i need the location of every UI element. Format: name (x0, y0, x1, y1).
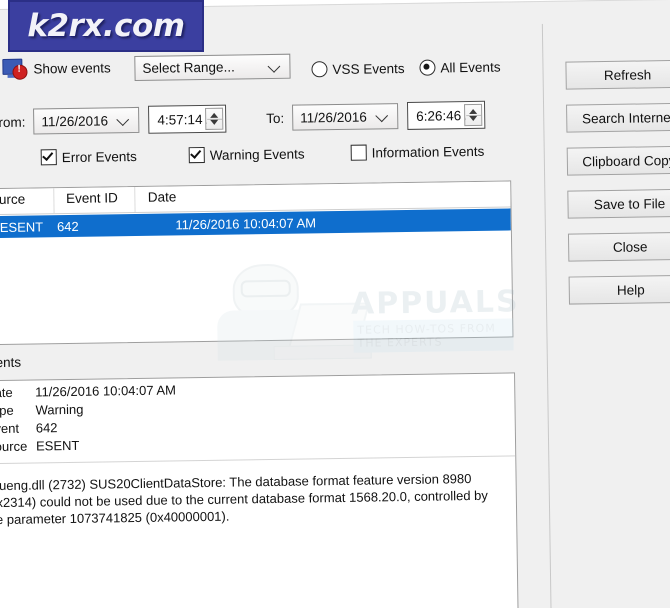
event-details-pane[interactable]: Date 11/26/2016 10:04:07 AM Type Warning… (0, 372, 519, 608)
clipboard-copy-button[interactable]: Clipboard Copy (566, 145, 670, 176)
dialog-skew-wrapper: Show events Select Range... VSS Events A… (0, 0, 670, 608)
column-header-source[interactable]: Source (0, 188, 55, 215)
help-button[interactable]: Help (568, 274, 670, 305)
events-list[interactable]: Source Event ID Date ESENT 642 11/26/201… (0, 180, 514, 346)
radio-indicator (419, 59, 436, 76)
from-time-stepper[interactable] (205, 107, 224, 130)
details-section-label: Events (0, 354, 22, 371)
checkbox-indicator (350, 144, 367, 161)
checkbox-information-events[interactable]: Information Events (350, 143, 485, 166)
k2rx-watermark-text: k2rx.com (27, 8, 185, 44)
checkbox-warning-events[interactable]: Warning Events (188, 145, 305, 168)
radio-vss-wrap[interactable]: VSS Events (311, 60, 405, 78)
watermark-laptop-base (273, 344, 372, 360)
chevron-down-icon (377, 110, 388, 121)
checkbox-information-label: Information Events (371, 143, 485, 160)
meta-value-event: 642 (35, 420, 58, 436)
refresh-button[interactable]: Refresh (565, 59, 670, 90)
column-header-date[interactable]: Date (136, 181, 511, 212)
chevron-down-icon (269, 61, 280, 72)
show-events-row: Show events (1, 56, 111, 80)
to-range-row: To: 11/26/2016 6:26:46 A (266, 100, 486, 132)
to-time-stepper[interactable] (464, 103, 483, 127)
to-date-value: 11/26/2016 (300, 109, 367, 126)
cell-source: ESENT (0, 218, 44, 235)
event-viewer-dialog: Show events Select Range... VSS Events A… (0, 0, 670, 608)
monitor-error-icon (1, 58, 28, 80)
radio-vss-events[interactable]: VSS Events (311, 60, 424, 83)
checkbox-warning-label: Warning Events (209, 145, 305, 163)
meta-value-source: ESENT (35, 437, 80, 454)
details-divider (0, 455, 518, 465)
checkbox-indicator (188, 146, 205, 164)
stepper-down-icon[interactable] (210, 119, 219, 125)
checkbox-error-label: Error Events (61, 148, 137, 165)
radio-vss-label: VSS Events (332, 60, 405, 77)
checkbox-indicator (40, 149, 57, 166)
chevron-down-icon (118, 114, 129, 125)
to-date-picker[interactable]: 11/26/2016 (292, 103, 399, 131)
from-date-picker[interactable]: 11/26/2016 (33, 106, 140, 135)
stepper-up-icon[interactable] (210, 112, 219, 118)
cell-date: 11/26/2016 10:04:07 AM (175, 214, 317, 232)
checkbox-error-events[interactable]: Error Events (40, 148, 137, 170)
panel-divider (541, 23, 552, 608)
from-label: From: (0, 114, 26, 130)
from-range-row: From: 11/26/2016 4:57:14 A (0, 104, 227, 137)
radio-all-label: All Events (440, 59, 501, 75)
meta-value-date: 11/26/2016 10:04:07 AM (35, 382, 177, 400)
meta-value-type: Warning (35, 401, 84, 418)
radio-all-wrap[interactable]: All Events (419, 59, 501, 76)
column-header-event-id[interactable]: Event ID (53, 186, 137, 214)
meta-key-type: Type (0, 402, 14, 419)
meta-key-event: Event (0, 420, 20, 437)
search-internet-button[interactable]: Search Internet (566, 102, 670, 133)
to-label: To: (266, 110, 285, 126)
to-time-field[interactable]: 6:26:46 A (406, 100, 486, 130)
radio-all-events[interactable]: All Events (419, 58, 520, 80)
screenshot-root: Show events Select Range... VSS Events A… (0, 0, 670, 608)
meta-key-date: Date (0, 384, 13, 401)
close-button[interactable]: Close (567, 231, 670, 262)
radio-indicator (311, 61, 328, 78)
stepper-up-icon[interactable] (469, 108, 478, 115)
stepper-down-icon[interactable] (469, 115, 478, 122)
select-range-dropdown[interactable]: Select Range... (134, 53, 291, 81)
event-description-text: uaueng.dll (2732) SUS20ClientDataStore: … (0, 471, 488, 528)
from-time-field[interactable]: 4:57:14 A (148, 104, 227, 134)
k2rx-watermark: k2rx.com (8, 0, 204, 52)
select-range-value: Select Range... (142, 59, 235, 76)
meta-key-source: Source (0, 438, 28, 455)
show-events-label: Show events (33, 59, 111, 76)
from-date-value: 11/26/2016 (41, 112, 109, 129)
save-to-file-button[interactable]: Save to File (567, 188, 670, 219)
event-meta: Date 11/26/2016 10:04:07 AM Type Warning… (0, 373, 515, 457)
cell-event-id: 642 (56, 218, 79, 234)
